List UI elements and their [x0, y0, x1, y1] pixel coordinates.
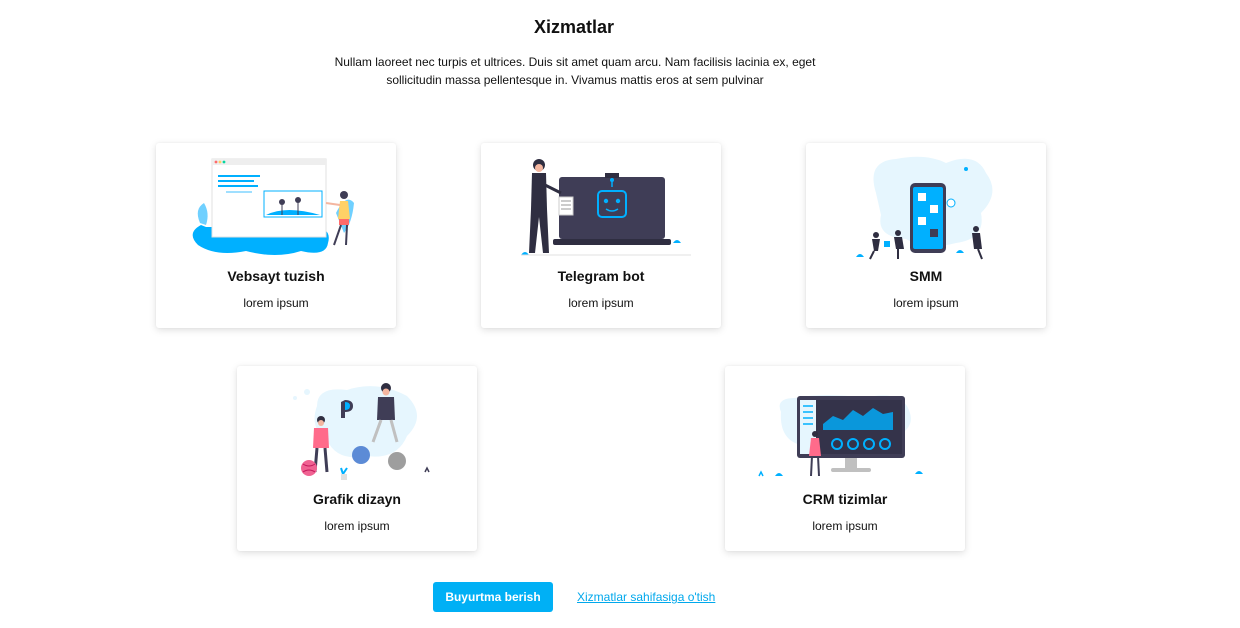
service-card-graphic-design[interactable]: Grafik dizayn lorem ipsum — [237, 366, 477, 551]
service-card-website[interactable]: Vebsayt tuzish lorem ipsum — [156, 143, 396, 328]
services-page-link[interactable]: Xizmatlar sahifasiga o'tish — [577, 590, 715, 604]
order-button[interactable]: Buyurtma berish — [433, 582, 553, 612]
telegram-bot-illustration — [501, 153, 701, 263]
graphic-design-illustration — [257, 376, 457, 486]
service-card-crm[interactable]: CRM tizimlar lorem ipsum — [725, 366, 965, 551]
website-builder-illustration — [176, 153, 376, 263]
service-subtitle: lorem ipsum — [893, 296, 959, 310]
service-subtitle: lorem ipsum — [243, 296, 309, 310]
service-title: Telegram bot — [557, 268, 645, 284]
service-title: CRM tizimlar — [802, 491, 888, 507]
service-title: Grafik dizayn — [313, 491, 401, 507]
service-subtitle: lorem ipsum — [324, 519, 390, 533]
service-subtitle: lorem ipsum — [812, 519, 878, 533]
crm-illustration — [745, 376, 945, 486]
service-title: Vebsayt tuzish — [227, 268, 325, 284]
smm-illustration — [826, 153, 1026, 263]
service-card-telegram-bot[interactable]: Telegram bot lorem ipsum — [481, 143, 721, 328]
section-description: Nullam laoreet nec turpis et ultrices. D… — [334, 55, 816, 87]
section-title: Xizmatlar — [533, 17, 615, 37]
service-title: SMM — [909, 268, 943, 284]
service-subtitle: lorem ipsum — [568, 296, 634, 310]
service-card-smm[interactable]: SMM lorem ipsum — [806, 143, 1046, 328]
